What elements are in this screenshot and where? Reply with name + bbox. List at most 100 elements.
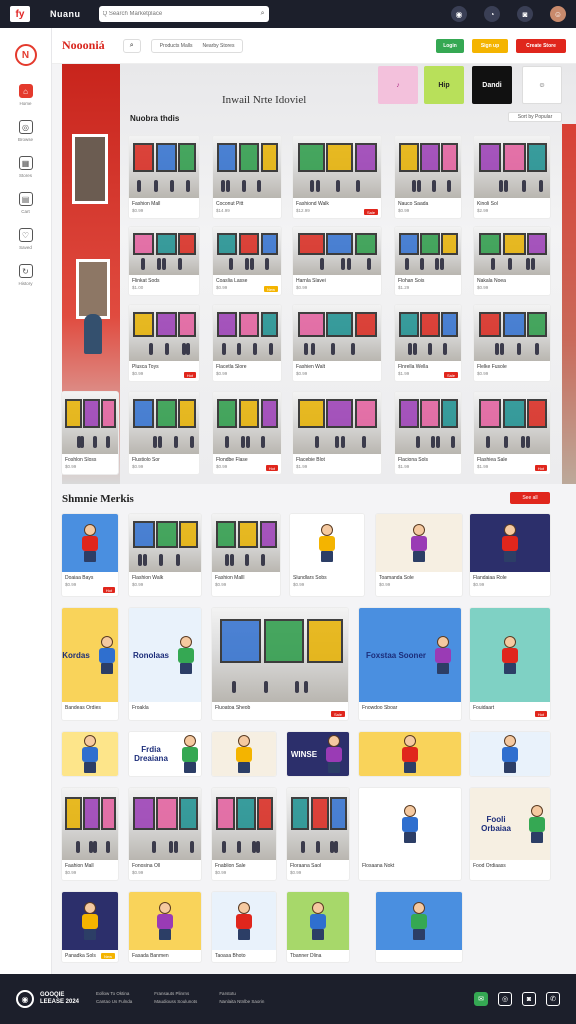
product-card[interactable]: Flondbe Flase $0.99 Hot <box>213 392 281 474</box>
sidebar-item-stores[interactable]: ▦ Stores <box>0 156 51 178</box>
store-brand[interactable]: Noooniá <box>62 38 105 53</box>
product-card[interactable]: Flashion Walk $0.99 <box>129 514 201 596</box>
promo-card[interactable]: ☺ <box>522 66 562 104</box>
sidebar-item-browse[interactable]: ◎ Browse <box>0 120 51 142</box>
product-card[interactable]: Doaiaa Bays $0.99 Hot <box>62 514 118 596</box>
product-card[interactable]: Flandaiaa Role $0.99 <box>470 514 550 596</box>
product-card[interactable]: Harnla Slavei $0.99 <box>293 227 381 295</box>
camera-icon[interactable]: ◙ <box>522 992 536 1006</box>
promo-card[interactable]: Dandi <box>472 66 512 104</box>
card-title: Kinoli Sol <box>477 201 498 207</box>
shopper-figure <box>244 258 249 271</box>
product-card[interactable]: Fonosina Oll $0.99 <box>129 788 201 880</box>
product-card[interactable]: Fashiond Walk $12.99 Sale <box>293 136 381 218</box>
product-card[interactable]: Flacebie Blot $1.99 <box>293 392 381 474</box>
camera-icon[interactable]: ◙ <box>517 6 533 22</box>
product-card[interactable]: Flashiea Sale $1.99 Hot <box>474 392 550 474</box>
sidebar-logo[interactable]: N <box>14 44 37 66</box>
shopper-figure <box>76 435 81 448</box>
product-card[interactable]: Ronolaas Froakla <box>129 608 201 720</box>
product-card[interactable]: Flohan Sois $1.29 <box>395 227 461 295</box>
product-card[interactable]: WINSE <box>287 732 349 776</box>
footer-logo[interactable]: ◉ <box>16 990 34 1008</box>
app-brand[interactable]: Nuanu <box>50 9 81 19</box>
product-card[interactable]: Tbanner Dlina <box>287 892 349 962</box>
globe-icon[interactable]: ◎ <box>498 992 512 1006</box>
promo-card[interactable]: Hip <box>424 66 464 104</box>
product-card[interactable]: Coconut Pitt $14.99 <box>213 136 281 218</box>
tab-products-malls[interactable]: Products Malls <box>160 43 193 49</box>
product-card[interactable]: Nauco Saada $0.99 <box>395 136 461 218</box>
sort-dropdown[interactable]: Sort by Popular <box>508 112 562 122</box>
login-button[interactable]: Login <box>436 38 464 53</box>
card-title: Tbanner Dlina <box>290 953 322 959</box>
product-card[interactable]: Foxstaa Sooner Fnowdoo Sboar <box>359 608 461 720</box>
product-card[interactable]: Floraana Saol $0.99 <box>287 788 349 880</box>
product-card[interactable]: Slundlars Sobs $0.99 <box>290 514 364 596</box>
sidebar-item-saved[interactable]: ♡ Saved <box>0 228 51 250</box>
product-card[interactable]: Nakala Noea $0.99 <box>474 227 550 295</box>
sidebar-item-home[interactable]: ⌂ Home <box>0 84 51 106</box>
product-card[interactable] <box>470 732 550 776</box>
product-card[interactable]: Taoasa Bhoto <box>212 892 276 962</box>
product-card[interactable]: Flelke Fusole $0.99 <box>474 305 550 381</box>
product-card[interactable]: Flosaana Nokt <box>359 788 461 880</box>
product-card[interactable]: Faahion Mall $0.99 <box>62 788 118 880</box>
product-card[interactable]: Fnablion Sale $0.99 <box>212 788 276 880</box>
footer-link[interactable]: Fransauts Plinrns <box>154 991 197 996</box>
product-card[interactable]: Panadka Sols New <box>62 892 118 962</box>
signup-button[interactable]: Sign up <box>472 38 508 53</box>
product-card[interactable]: Flacetla Slore $0.99 <box>213 305 281 381</box>
product-card[interactable]: Fashion Mall $0.99 <box>129 136 199 218</box>
tab-nearby-stores[interactable]: Nearby Stores <box>202 43 234 49</box>
search-box[interactable]: ⌕ <box>98 6 269 22</box>
footer-link[interactable]: Maudiouss Soulunots <box>154 999 197 1004</box>
see-all-button[interactable]: See all <box>510 492 550 504</box>
product-card[interactable]: Flinkat Sods $1.00 <box>129 227 199 295</box>
search-icon[interactable]: ⌕ <box>261 10 265 18</box>
footer-link[interactable]: Farstotu <box>219 991 264 996</box>
product-card[interactable] <box>359 732 461 776</box>
product-card[interactable]: Plusca Toys $0.99 Hot <box>129 305 199 381</box>
search-icon[interactable]: ⌕ <box>122 38 141 53</box>
product-card[interactable]: Flaciona Sols $1.99 <box>395 392 461 474</box>
sidebar-item-cart[interactable]: ▤ Cart <box>0 192 51 214</box>
footer-link[interactable]: Nanlaita Ntnlbe Saorin <box>219 999 264 1004</box>
product-card[interactable]: Fashion Malll $0.99 <box>212 514 280 596</box>
product-card[interactable]: Frdia Dreaiana <box>129 732 201 776</box>
product-card[interactable]: Fluoatoa Sheob Sale <box>212 608 348 720</box>
product-card[interactable]: Flustiolo Sor $0.99 <box>129 392 199 474</box>
product-card[interactable]: Fashien Walt $0.99 <box>293 305 381 381</box>
store-photo <box>129 514 201 572</box>
sidebar-item-history[interactable]: ↻ History <box>0 264 51 286</box>
product-card[interactable]: Kordas Bandeas Ordies <box>62 608 118 720</box>
app-logo[interactable]: fy <box>10 6 30 22</box>
search-input[interactable] <box>102 11 261 17</box>
product-card[interactable]: Fooli Orbaiaa Food Ordiaass <box>470 788 550 880</box>
shopper-figure <box>416 179 421 192</box>
clock-icon[interactable]: ◔ <box>484 6 500 22</box>
chat-icon[interactable]: ✉ <box>474 992 488 1006</box>
product-card[interactable]: Kinoli Sol $2.99 <box>474 136 550 218</box>
storefront <box>478 311 502 338</box>
product-card[interactable] <box>212 732 276 776</box>
card-title: Harnla Slavei <box>296 278 326 284</box>
mail-icon[interactable]: ✆ <box>546 992 560 1006</box>
product-card[interactable]: Foshlon Sloss $0.99 <box>62 392 118 474</box>
create-store-button[interactable]: Create Store <box>516 38 566 53</box>
promo-card[interactable]: ♪ <box>378 66 418 104</box>
card-title: Flinkat Sods <box>132 278 160 284</box>
product-card[interactable]: Fouidaart Hot <box>470 608 550 720</box>
product-card[interactable] <box>62 732 118 776</box>
footer-link[interactable]: Eollow To Oktina <box>96 991 132 996</box>
product-card[interactable]: Coaslia Lasse $0.99 New <box>213 227 281 295</box>
footer-link[interactable]: Cantao Us Fulnda <box>96 999 132 1004</box>
product-card[interactable]: Flnrella Wella $1.99 Sale <box>395 305 461 381</box>
shopper-figure <box>224 554 229 567</box>
user-avatar[interactable]: ☺ <box>550 6 566 22</box>
notification-icon[interactable]: ◉ <box>451 6 467 22</box>
product-card[interactable]: Fasada Banmen <box>129 892 201 962</box>
shopper-figure <box>225 179 230 192</box>
product-card[interactable] <box>376 892 462 962</box>
product-card[interactable]: Toamanda Sole $0.99 <box>376 514 462 596</box>
